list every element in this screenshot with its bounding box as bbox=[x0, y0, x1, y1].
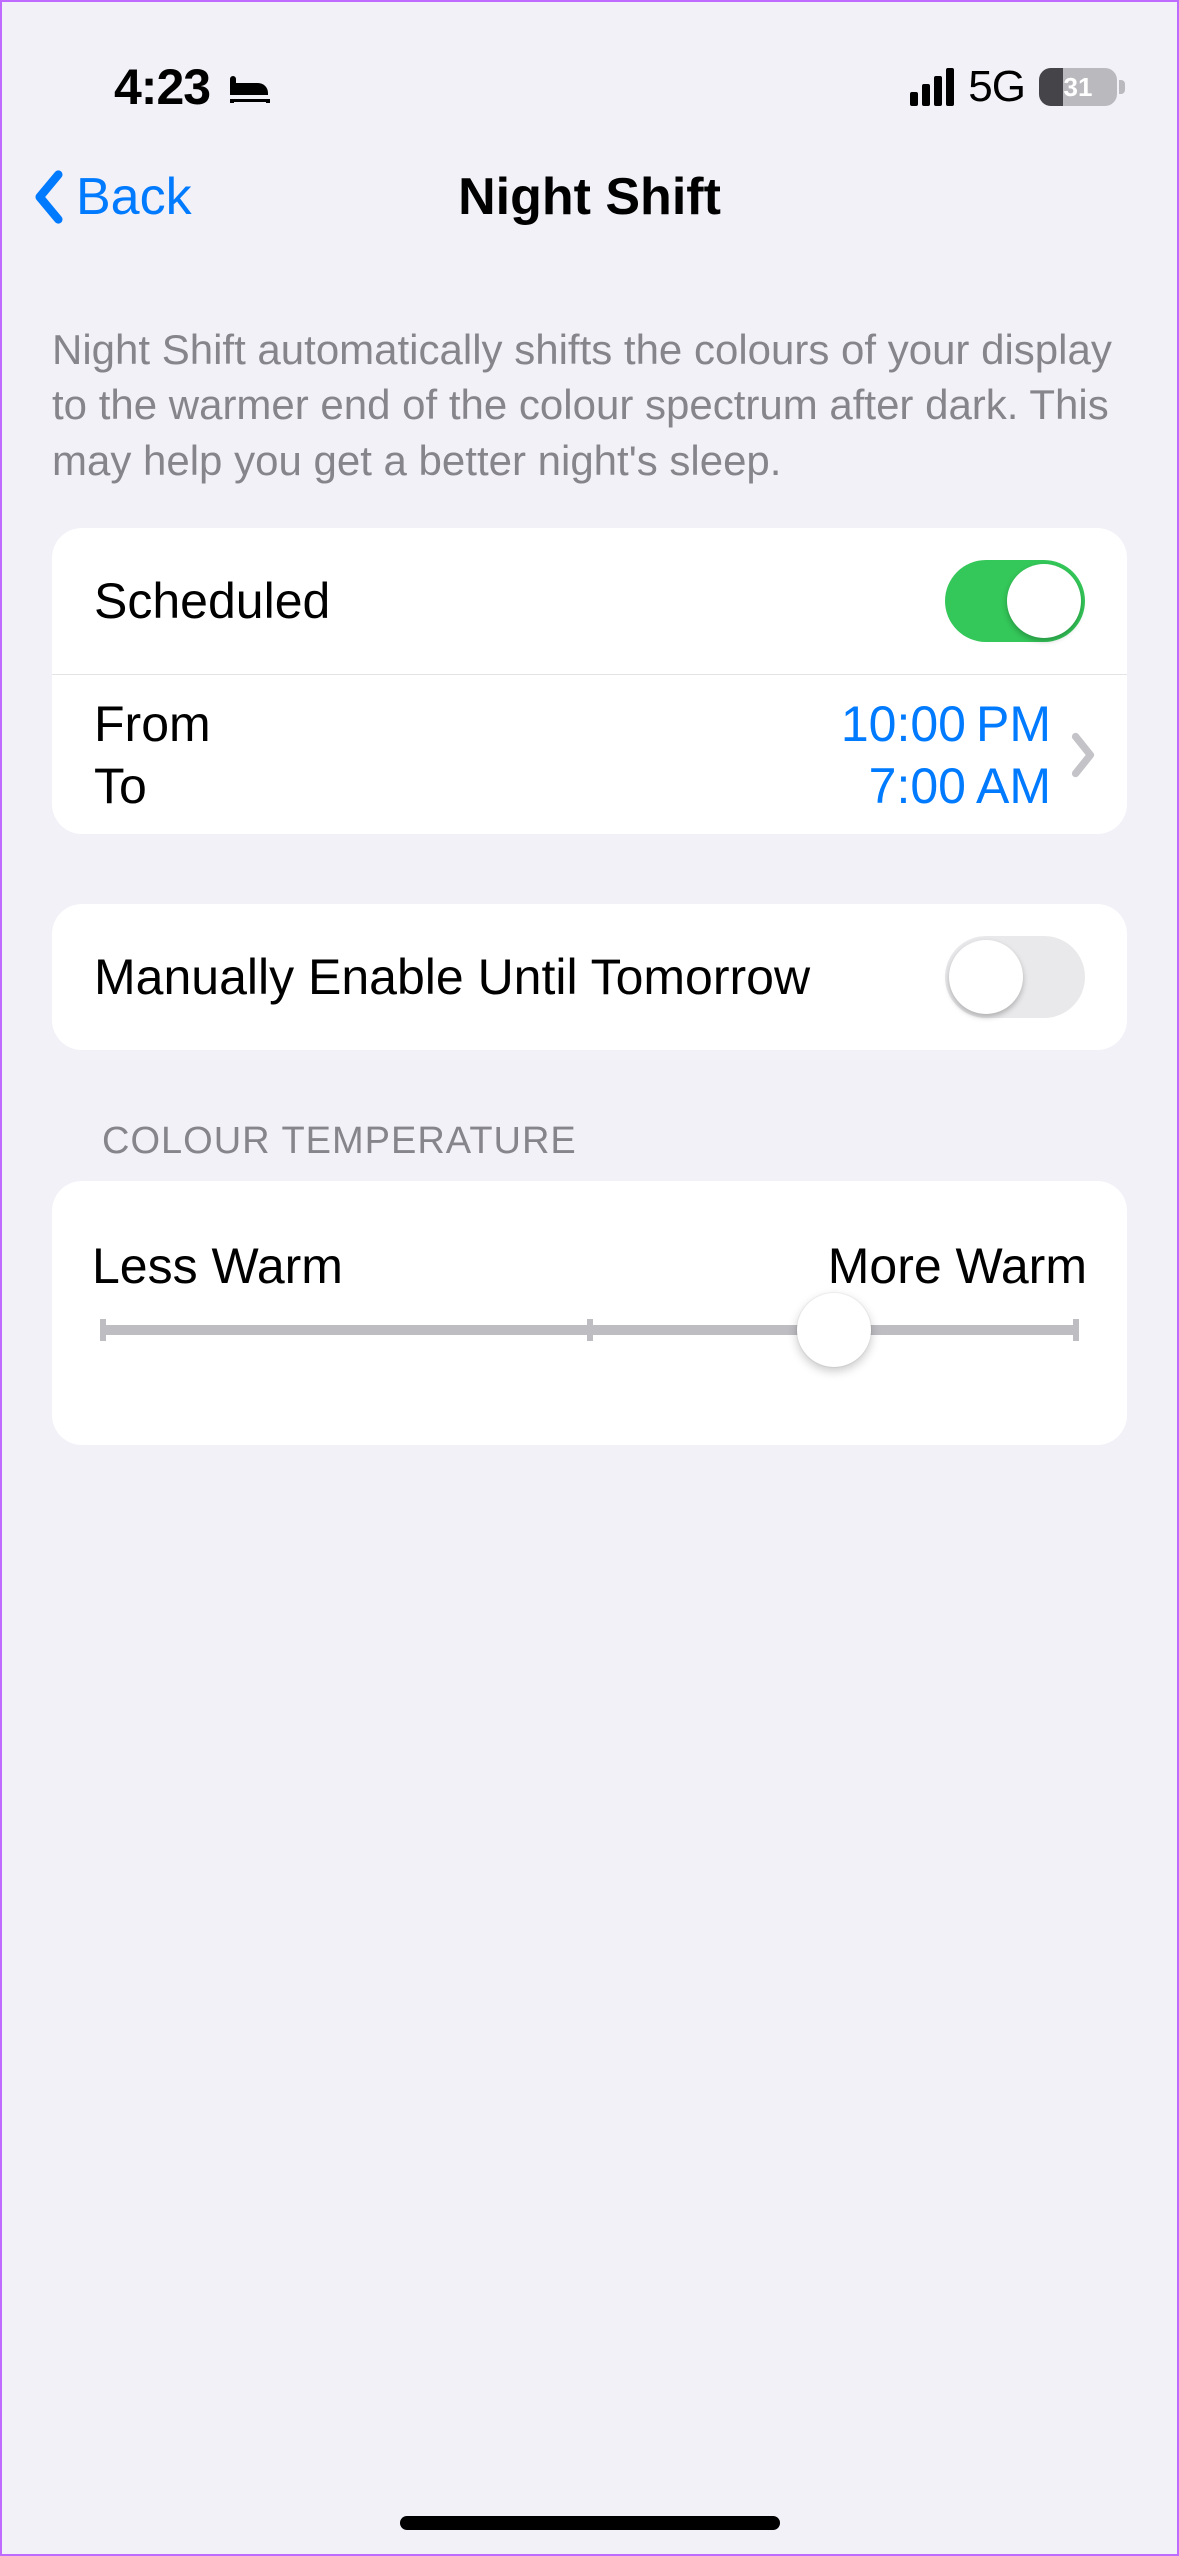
schedule-fromto-labels: From To bbox=[94, 695, 211, 815]
temperature-header: COLOUR TEMPERATURE bbox=[52, 1120, 1127, 1181]
status-bar: 4:23 5G 31 bbox=[2, 2, 1177, 132]
battery-percent: 31 bbox=[1039, 72, 1117, 103]
slider-thumb[interactable] bbox=[797, 1293, 871, 1367]
battery-icon: 31 bbox=[1039, 68, 1117, 106]
from-value: 10:00 PM bbox=[841, 695, 1051, 753]
scheduled-group: Scheduled From To 10:00 PM 7:00 AM bbox=[52, 528, 1127, 834]
status-time: 4:23 bbox=[114, 58, 210, 116]
schedule-fromto-values: 10:00 PM 7:00 AM bbox=[841, 695, 1051, 815]
manual-toggle[interactable] bbox=[945, 936, 1085, 1018]
less-warm-label: Less Warm bbox=[92, 1237, 343, 1295]
schedule-time-row[interactable]: From To 10:00 PM 7:00 AM bbox=[52, 674, 1127, 834]
temperature-card: Less Warm More Warm bbox=[52, 1181, 1127, 1445]
status-left: 4:23 bbox=[114, 58, 272, 116]
network-type: 5G bbox=[968, 62, 1025, 112]
back-label: Back bbox=[76, 167, 192, 227]
intro-text: Night Shift automatically shifts the col… bbox=[2, 262, 1177, 528]
chevron-right-icon bbox=[1069, 731, 1097, 779]
scheduled-row: Scheduled bbox=[52, 528, 1127, 674]
back-button[interactable]: Back bbox=[32, 167, 192, 227]
more-warm-label: More Warm bbox=[828, 1237, 1087, 1295]
sleep-icon bbox=[228, 71, 272, 103]
cellular-signal-icon bbox=[910, 68, 954, 106]
to-value: 7:00 AM bbox=[841, 757, 1051, 815]
scheduled-label: Scheduled bbox=[94, 572, 330, 630]
from-label: From bbox=[94, 695, 211, 753]
chevron-left-icon bbox=[32, 169, 66, 225]
temperature-slider[interactable] bbox=[100, 1325, 1079, 1335]
manual-label: Manually Enable Until Tomorrow bbox=[94, 948, 810, 1006]
scheduled-toggle[interactable] bbox=[945, 560, 1085, 642]
manual-row: Manually Enable Until Tomorrow bbox=[52, 904, 1127, 1050]
nav-bar: Back Night Shift bbox=[2, 132, 1177, 262]
to-label: To bbox=[94, 757, 211, 815]
slider-mid-tick bbox=[587, 1319, 593, 1341]
manual-group: Manually Enable Until Tomorrow bbox=[52, 904, 1127, 1050]
status-right: 5G 31 bbox=[910, 62, 1117, 112]
home-indicator[interactable] bbox=[400, 2516, 780, 2530]
temperature-labels: Less Warm More Warm bbox=[92, 1237, 1087, 1295]
